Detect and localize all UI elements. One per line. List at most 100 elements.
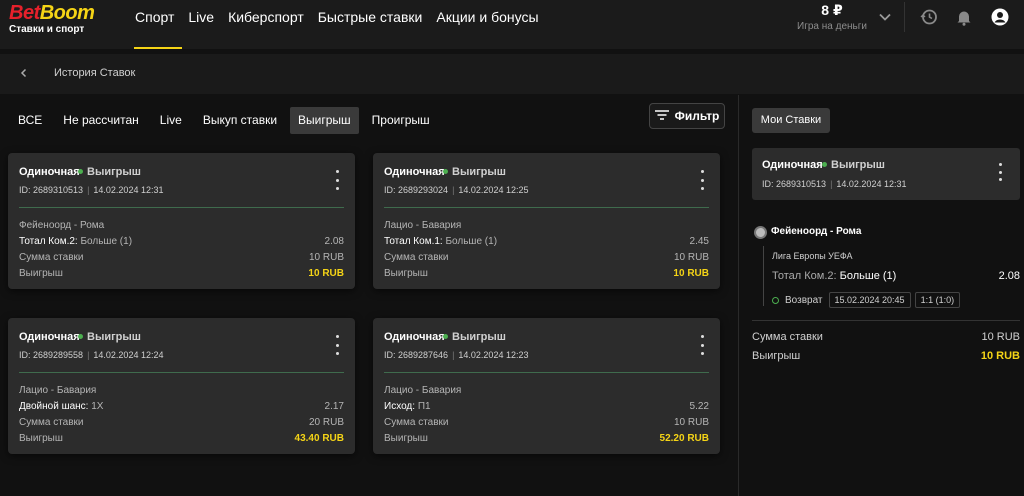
- event-name: Фейеноорд - Рома: [19, 220, 105, 231]
- selection-odds: 2.08: [998, 270, 1020, 282]
- more-menu-icon[interactable]: [695, 170, 709, 190]
- win-row: Выигрыш 43.40 RUB: [19, 433, 344, 444]
- logo-boom: Boom: [39, 2, 95, 24]
- page-title: История Ставок: [54, 67, 136, 79]
- bet-meta: ID: 2689310513 | 14.02.2024 12:31: [19, 185, 164, 195]
- bet-card[interactable]: Одиночная Выигрыш ID: 2689310513 | 14.02.2…: [8, 153, 355, 289]
- filter-label: Фильтр: [674, 109, 720, 123]
- win-row: Выигрыш 10 RUB: [384, 268, 709, 279]
- bet-status: Выигрыш: [78, 166, 141, 178]
- divider: [19, 372, 344, 373]
- more-menu-icon[interactable]: [330, 170, 344, 190]
- league-name: Лига Европы УЕФА: [772, 251, 853, 261]
- odds: 2.08: [324, 236, 344, 247]
- back-arrow-icon[interactable]: [15, 64, 33, 82]
- filter-button[interactable]: Фильтр: [649, 103, 725, 129]
- win-row: Выигрыш 10 RUB: [19, 268, 344, 279]
- bet-id: ID: 2689287646: [384, 350, 449, 360]
- nav-esports[interactable]: Киберспорт: [221, 0, 311, 49]
- nav-sport[interactable]: Спорт: [128, 0, 183, 49]
- nav-live[interactable]: Live: [181, 0, 221, 49]
- nav-promotions[interactable]: Акции и бонусы: [429, 0, 545, 49]
- status-dot: [443, 333, 448, 339]
- odds: 5.22: [689, 401, 709, 412]
- status-dot: [822, 161, 827, 167]
- bet-type: Одиночная: [384, 331, 445, 343]
- more-menu-icon[interactable]: [695, 335, 709, 355]
- logo-bet: Bet: [9, 2, 40, 24]
- more-menu-icon[interactable]: [330, 335, 344, 355]
- filter-tabs: ВСЕ Не рассчитан Live Выкуп ставки Выигр…: [10, 107, 443, 134]
- odds: 2.45: [689, 236, 709, 247]
- bet-meta: ID: 2689310513 | 14.02.2024 12:31: [762, 179, 907, 189]
- tab-pending[interactable]: Не рассчитан: [55, 107, 147, 134]
- odds: 2.17: [324, 401, 344, 412]
- bet-date: 14.02.2024 12:31: [93, 185, 164, 195]
- bet-status: Выигрыш: [443, 331, 506, 343]
- bet-card[interactable]: Одиночная Выигрыш ID: 2689287646 | 14.02.2…: [373, 318, 720, 454]
- divider: [19, 207, 344, 208]
- league-line: [763, 246, 764, 306]
- bet-date: 14.02.2024 12:25: [458, 185, 529, 195]
- tab-won[interactable]: Выигрыш: [290, 107, 359, 134]
- bet-type: Одиночная: [384, 166, 445, 178]
- bet-meta: ID: 2689293024 | 14.02.2024 12:25: [384, 185, 529, 195]
- chevron-down-icon[interactable]: [873, 5, 897, 29]
- bet-id: ID: 2689289558: [19, 350, 84, 360]
- user-icon[interactable]: [988, 5, 1012, 29]
- divider: [384, 207, 709, 208]
- selection-row: Исход: П1 5.22: [384, 401, 709, 412]
- balance-amount: 8 ₽: [821, 2, 843, 18]
- nav-fast-bets[interactable]: Быстрые ставки: [311, 0, 430, 49]
- tab-cashout[interactable]: Выкуп ставки: [195, 107, 285, 134]
- bet-type: Одиночная: [762, 159, 823, 171]
- bet-date: 14.02.2024 12:31: [836, 179, 907, 189]
- selection-row: Тотал Ком.2: Больше (1) 2.08: [19, 236, 344, 247]
- bell-icon[interactable]: [952, 5, 976, 29]
- return-label: Возврат: [785, 294, 823, 306]
- bet-type: Одиночная: [19, 331, 80, 343]
- stake-row: Сумма ставки 10 RUB: [384, 417, 709, 428]
- bet-card[interactable]: Одиночная Выигрыш ID: 2689289558 | 14.02.2…: [8, 318, 355, 454]
- bet-meta: ID: 2689289558 | 14.02.2024 12:24: [19, 350, 164, 360]
- bet-status: Выигрыш: [822, 159, 885, 171]
- tab-lost[interactable]: Проигрыш: [364, 107, 438, 134]
- bet-status: Выигрыш: [78, 331, 141, 343]
- header-divider: [904, 2, 905, 32]
- bet-card[interactable]: Одиночная Выигрыш ID: 2689293024 | 14.02.2…: [373, 153, 720, 289]
- tab-all[interactable]: ВСЕ: [10, 107, 50, 134]
- selection-row: Двойной шанс: 1X 2.17: [19, 401, 344, 412]
- event-name: Лацио - Бавария: [384, 220, 462, 231]
- match-score: 1:1 (1:0): [914, 292, 961, 308]
- more-menu-icon[interactable]: [993, 163, 1007, 181]
- divider: [384, 372, 709, 373]
- stake-row: Сумма ставки 10 RUB: [19, 252, 344, 263]
- stake-row: Сумма ставки 20 RUB: [19, 417, 344, 428]
- stake-row: Сумма ставки 10 RUB: [384, 252, 709, 263]
- main-nav: Спорт Live Киберспорт Быстрые ставки Акц…: [128, 0, 546, 49]
- bet-status: Выигрыш: [443, 166, 506, 178]
- selection-row: Тотал Ком.1: Больше (1) 2.45: [384, 236, 709, 247]
- selected-bet-card[interactable]: Одиночная Выигрыш ID: 2689310513 | 14.02.2…: [752, 148, 1020, 200]
- status-dot: [78, 333, 83, 339]
- status-dot: [78, 168, 83, 174]
- return-row: Возврат 15.02.2024 20:45 1:1 (1:0): [772, 291, 964, 309]
- selection: Тотал Ком.2: Больше (1): [772, 270, 897, 282]
- bet-date: 14.02.2024 12:24: [93, 350, 164, 360]
- bet-meta: ID: 2689287646 | 14.02.2024 12:23: [384, 350, 529, 360]
- logo[interactable]: BetBoom Ставки и спорт: [9, 2, 95, 36]
- divider: [752, 320, 1020, 321]
- filter-icon: [654, 109, 669, 123]
- win-row: Выигрыш 52.20 RUB: [384, 433, 709, 444]
- history-icon[interactable]: [917, 5, 941, 29]
- logo-tagline: Ставки и спорт: [9, 24, 85, 35]
- panel-divider: [738, 95, 739, 496]
- status-dot: [443, 168, 448, 174]
- match-name: Фейеноорд - Рома: [771, 226, 862, 237]
- balance[interactable]: 8 ₽ Игра на деньги: [790, 2, 874, 35]
- event-name: Лацио - Бавария: [384, 385, 462, 396]
- tab-live[interactable]: Live: [152, 107, 190, 134]
- bet-id: ID: 2689310513: [19, 185, 84, 195]
- my-bets-button[interactable]: Мои Ставки: [752, 108, 830, 133]
- bet-type: Одиночная: [19, 166, 80, 178]
